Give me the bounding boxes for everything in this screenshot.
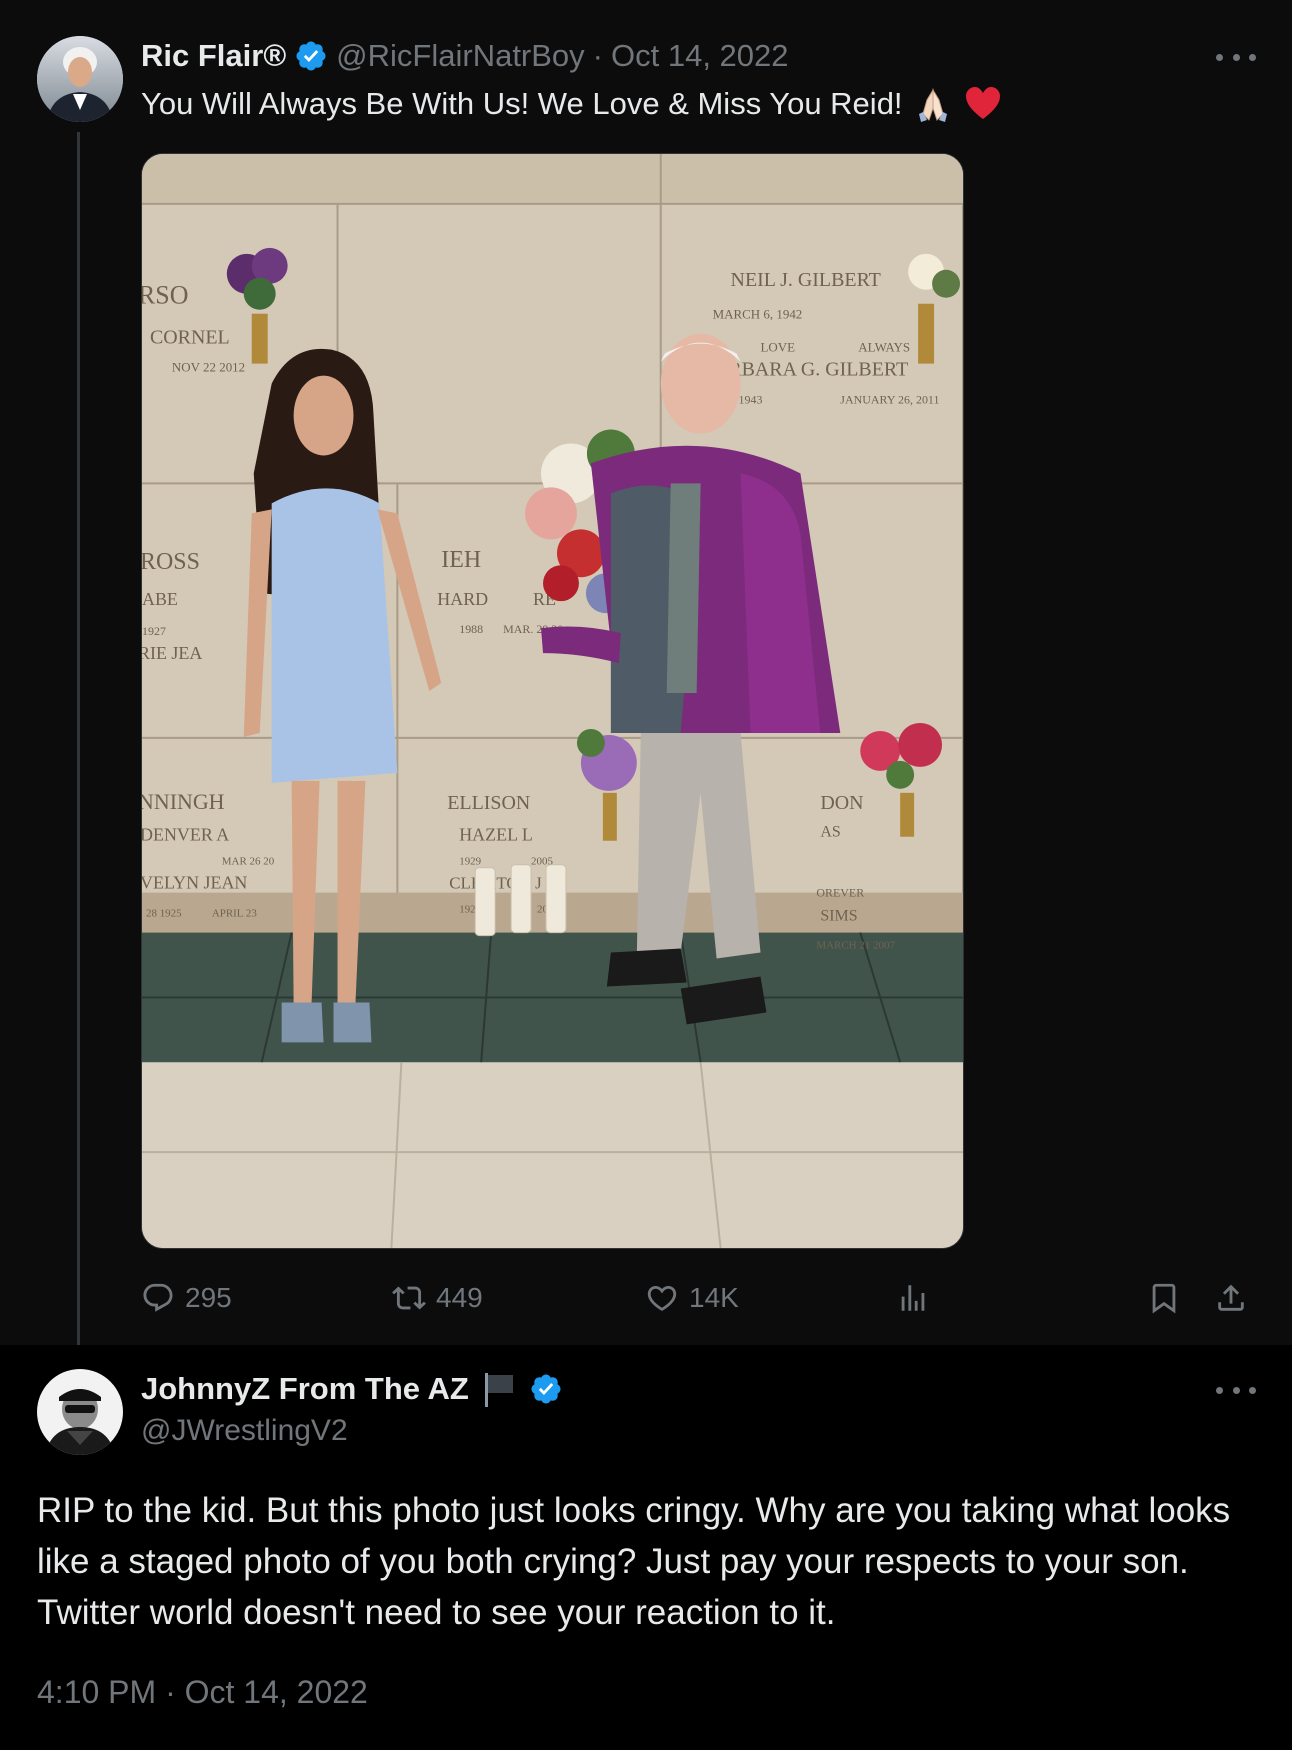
plaque-text: 1927	[142, 624, 166, 638]
plaque-text: JANUARY 26, 2011	[840, 393, 939, 407]
plaque-text: HARD	[437, 589, 488, 609]
tweet-text: You Will Always Be With Us! We Love & Mi…	[141, 84, 1003, 124]
handle[interactable]: @JWrestlingV2	[141, 1414, 348, 1448]
plaque-text: NNINGH	[142, 789, 225, 814]
reply-icon	[141, 1281, 175, 1315]
thread-connector-line	[77, 132, 80, 1345]
plaque-text: APRIL 23	[212, 908, 257, 920]
plaque-text: NEIL J. GILBERT	[731, 269, 881, 291]
plaque-text: ABE	[142, 589, 178, 609]
display-name[interactable]: JohnnyZ From The AZ	[141, 1371, 469, 1407]
red-heart-icon	[963, 84, 1003, 124]
plaque-text: DENVER A	[142, 825, 229, 845]
folded-hands-icon	[913, 84, 953, 124]
verified-badge-icon	[529, 1372, 563, 1406]
plaque-text: RSO	[142, 281, 188, 310]
plaque-text: AS	[820, 824, 840, 841]
repost-count: 449	[436, 1282, 483, 1313]
bookmark-button[interactable]	[1147, 1278, 1181, 1318]
views-button[interactable]	[896, 1278, 930, 1318]
verified-badge-icon	[294, 39, 328, 73]
plaque-text: MAR 26 20	[222, 856, 275, 868]
plaque-text: ELLISON	[447, 792, 530, 814]
repost-icon	[392, 1281, 426, 1315]
plaque-text: SIMS	[820, 908, 857, 925]
tweet-photo[interactable]: NEIL J. GILBERT MARCH 6, 1942 LOVE ALWAY…	[141, 153, 964, 1249]
share-button[interactable]	[1214, 1278, 1248, 1318]
tweet-text-content: You Will Always Be With Us! We Love & Mi…	[141, 86, 903, 121]
plaque-text: MARCH 6, 1942	[713, 307, 803, 322]
plaque-text: NOV 22 2012	[172, 360, 245, 375]
like-count: 14K	[689, 1282, 739, 1313]
more-options-icon[interactable]	[1216, 47, 1256, 67]
plaque-text: RIE JEA	[142, 643, 202, 663]
plaque-text: IEH	[441, 547, 481, 573]
reply-count: 295	[185, 1282, 232, 1313]
plaque-text: ROSS	[142, 549, 200, 575]
reply-header: JohnnyZ From The AZ	[141, 1368, 563, 1410]
separator-dot: ·	[592, 38, 603, 73]
tweet-date[interactable]: Oct 14, 2022	[611, 38, 789, 74]
tweet-header: Ric Flair® @RicFlairNatrBoy · Oct 14, 20…	[141, 36, 789, 76]
candles-icon	[474, 864, 567, 937]
avatar[interactable]	[37, 1369, 123, 1455]
display-name[interactable]: Ric Flair®	[141, 38, 286, 74]
tweet-timestamp[interactable]: 4:10 PM · Oct 14, 2022	[37, 1674, 368, 1711]
tweet-actions: 295 449 14K	[141, 1278, 1261, 1318]
plaque-text: 1929	[459, 856, 481, 868]
tweet-date: Oct 14, 2022	[184, 1674, 368, 1710]
plaque-text: 1943	[739, 393, 763, 407]
handle[interactable]: @RicFlairNatrBoy	[336, 38, 585, 74]
plaque-text: ALWAYS	[858, 340, 910, 355]
black-flag-icon	[479, 1369, 519, 1409]
repost-button[interactable]: 449	[392, 1278, 483, 1318]
like-button[interactable]: 14K	[645, 1278, 739, 1318]
plaque-text: 1988	[459, 622, 483, 636]
plaque-text: CORNEL	[150, 327, 230, 349]
separator-dot: ·	[165, 1674, 176, 1710]
reply-text: RIP to the kid. But this photo just look…	[37, 1491, 1231, 1632]
plaque-text: MARCH 21 2007	[816, 940, 895, 952]
tweet-time: 4:10 PM	[37, 1674, 157, 1710]
plaque-text: VELYN JEAN	[142, 873, 247, 893]
bookmark-icon	[1147, 1281, 1181, 1315]
plaque-text: 28 1925	[146, 908, 182, 920]
plaque-text: DON	[820, 792, 863, 814]
plaque-text: LOVE	[760, 340, 795, 355]
views-chart-icon	[896, 1281, 930, 1315]
heart-icon	[645, 1281, 679, 1315]
share-icon	[1214, 1281, 1248, 1315]
plaque-text: HAZEL L	[459, 825, 533, 845]
reply-button[interactable]: 295	[141, 1278, 232, 1318]
avatar[interactable]	[37, 36, 123, 122]
plaque-text: OREVER	[816, 886, 864, 900]
parent-tweet[interactable]: Ric Flair® @RicFlairNatrBoy · Oct 14, 20…	[0, 0, 1292, 1345]
more-options-icon[interactable]	[1216, 1380, 1256, 1400]
